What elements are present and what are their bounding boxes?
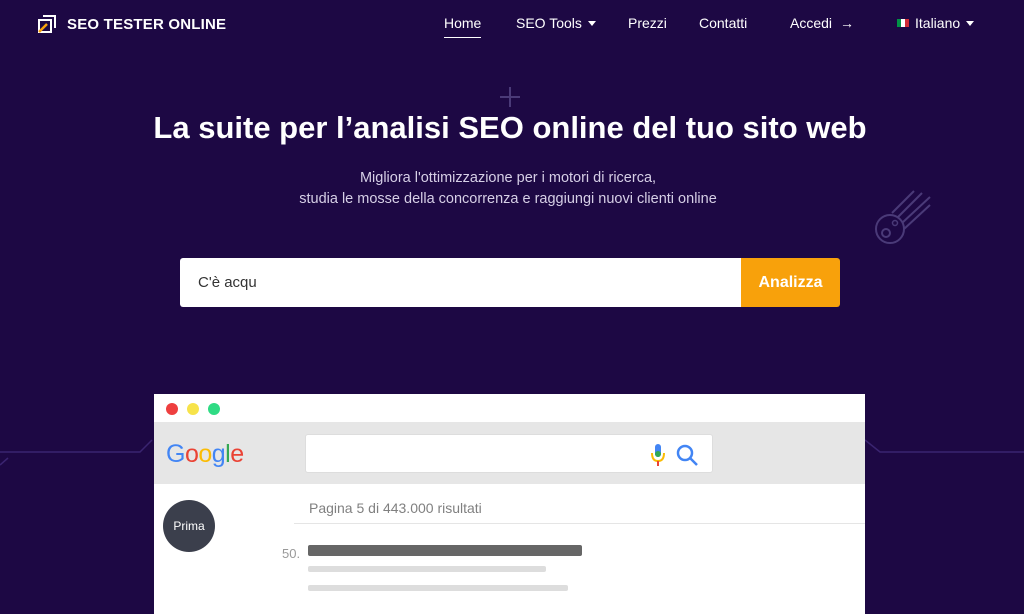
nav-home-label: Home — [444, 15, 482, 31]
browser-mockup: Google Prima Pagina 5 di 443.000 risulta… — [154, 394, 865, 614]
yellow-dot-icon — [187, 403, 199, 415]
results-divider — [294, 523, 865, 524]
top-navigation: SEO TESTER ONLINE Home SEO Tools Prezzi … — [0, 0, 1024, 48]
plus-decoration-icon — [500, 87, 520, 107]
logo-box-icon — [38, 15, 56, 33]
nav-seo-tools-label: SEO Tools — [516, 15, 582, 31]
hero-subtitle-line1: Migliora l'ottimizzazione per i motori d… — [359, 170, 657, 186]
google-logo: Google — [166, 440, 244, 469]
nav-seo-tools[interactable]: SEO Tools — [516, 15, 596, 31]
nav-home[interactable]: Home — [444, 15, 482, 38]
first-badge: Prima — [163, 500, 215, 552]
analyze-button[interactable]: Analizza — [741, 258, 840, 307]
nav-prices[interactable]: Prezzi — [628, 15, 667, 31]
window-controls — [166, 403, 229, 415]
hero-title: La suite per l’analisi SEO online del tu… — [153, 110, 867, 145]
result-line-placeholder — [308, 585, 568, 591]
google-search-field — [305, 434, 713, 473]
google-letter: o — [184, 440, 199, 468]
meteor-decoration-icon — [875, 190, 931, 244]
microphone-icon — [651, 444, 665, 466]
nav-login[interactable]: Accedi → — [790, 15, 854, 31]
green-dot-icon — [208, 403, 220, 415]
caret-down-icon — [587, 20, 596, 26]
result-title-placeholder — [308, 545, 582, 556]
google-header: Google — [154, 422, 865, 484]
search-icon — [676, 444, 698, 466]
language-selector[interactable]: Italiano — [897, 15, 975, 31]
google-letter: o — [198, 440, 212, 468]
arrow-right-icon: → — [840, 15, 855, 31]
nav-login-label: Accedi — [790, 15, 833, 31]
google-letter: G — [166, 440, 185, 468]
hero-subtitle: Migliora l'ottimizzazione per i motori d… — [0, 168, 1016, 210]
italy-flag-icon — [897, 19, 909, 27]
url-input[interactable] — [180, 258, 742, 307]
nav-prices-label: Prezzi — [628, 15, 667, 31]
red-dot-icon — [166, 403, 178, 415]
hero-subtitle-line2: studia le mosse della concorrenza e ragg… — [299, 191, 717, 207]
google-letter: e — [230, 440, 244, 468]
results-count: Pagina 5 di 443.000 risultati — [309, 500, 482, 516]
google-letter: g — [211, 440, 226, 468]
nav-contacts[interactable]: Contatti — [699, 15, 747, 31]
result-rank: 50. — [282, 546, 301, 561]
nav-contacts-label: Contatti — [699, 15, 748, 31]
result-line-placeholder — [308, 566, 546, 572]
brand-logo[interactable]: SEO TESTER ONLINE — [37, 12, 226, 36]
caret-down-icon — [966, 20, 975, 26]
language-label: Italiano — [915, 15, 961, 31]
brand-name: SEO TESTER ONLINE — [67, 15, 227, 33]
